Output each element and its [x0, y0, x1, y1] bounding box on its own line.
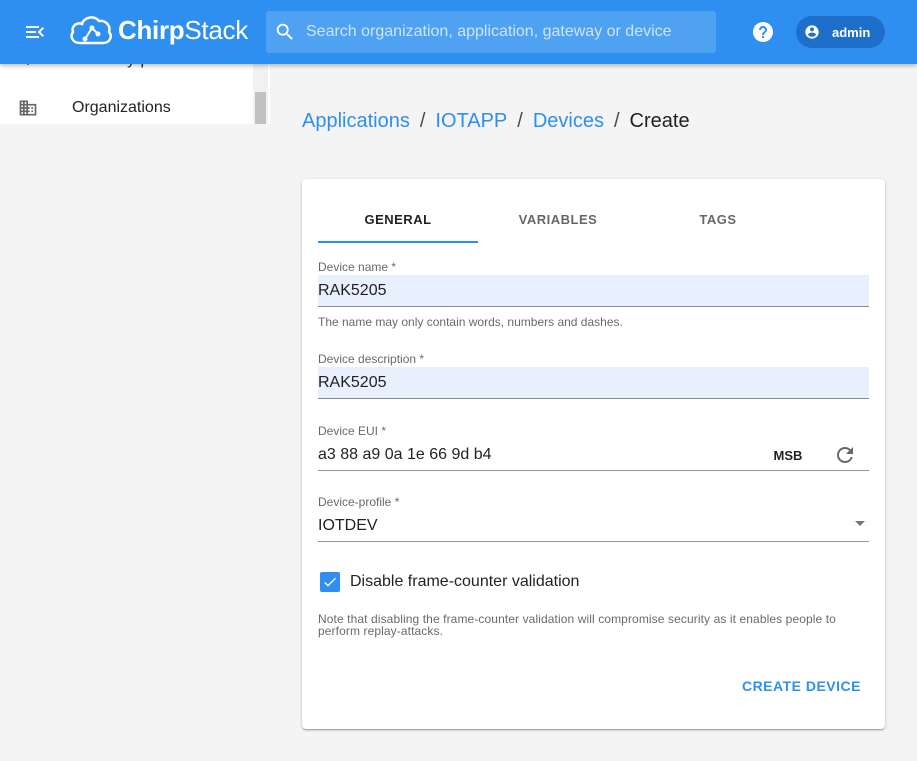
device-eui-row: MSB [318, 439, 869, 471]
sidebar-scrollbar[interactable] [253, 64, 268, 124]
breadcrumb-separator: / [419, 110, 426, 132]
device-name-input[interactable] [318, 275, 869, 307]
breadcrumb: Applications / IOTAPP / Devices / Create [302, 110, 690, 133]
breadcrumb-applications[interactable]: Applications [302, 110, 410, 133]
device-name-label: Device name * [318, 260, 397, 274]
device-description-field: Device description * [318, 351, 869, 399]
dropdown-arrow-icon [855, 521, 865, 526]
disable-fcnt-label: Disable frame-counter validation [350, 573, 580, 590]
cloud-logo-icon [70, 16, 112, 45]
sidebar-item-label: Organizations [72, 99, 171, 116]
brand-name: ChirpStack [118, 15, 248, 46]
search-bar[interactable] [266, 11, 716, 53]
device-description-label: Device description * [318, 352, 425, 366]
disable-fcnt-checkbox-row[interactable]: Disable frame-counter validation [320, 572, 579, 592]
device-profile-select[interactable]: IOTDEV [318, 510, 869, 542]
device-profile-field: Device-profile * IOTDEV [318, 494, 869, 542]
create-device-button[interactable]: CREATE DEVICE [734, 671, 869, 701]
frame-counter-note: Note that disabling the frame-counter va… [318, 612, 836, 638]
search-icon [276, 23, 293, 40]
device-eui-label: Device EUI * [318, 424, 387, 438]
user-menu-chip[interactable]: admin [796, 16, 885, 48]
device-eui-input[interactable] [318, 439, 758, 470]
device-name-field: Device name * The name may only contain … [318, 259, 869, 329]
device-profile-value: IOTDEV [318, 517, 378, 534]
device-eui-field: Device EUI * MSB [318, 423, 869, 471]
help-icon[interactable] [751, 20, 775, 44]
scrollbar-thumb[interactable] [255, 92, 266, 124]
account-circle-icon [805, 25, 819, 39]
breadcrumb-separator: / [613, 110, 620, 132]
user-name: admin [832, 24, 871, 40]
breadcrumb-current: Create [629, 110, 690, 132]
refresh-icon[interactable] [833, 443, 857, 467]
device-create-card: GENERAL VARIABLES TAGS Device name * The… [302, 179, 885, 729]
breadcrumb-devices[interactable]: Devices [533, 110, 604, 133]
search-input[interactable] [306, 23, 706, 41]
device-profile-label: Device-profile * [318, 495, 400, 509]
checkmark-icon [324, 577, 336, 587]
device-description-input[interactable] [318, 367, 869, 399]
tab-tags[interactable]: TAGS [638, 195, 798, 243]
tab-bar: GENERAL VARIABLES TAGS [318, 195, 798, 243]
device-name-helper: The name may only contain words, numbers… [318, 315, 623, 329]
chirpstack-logo[interactable]: ChirpStack [68, 12, 248, 48]
menu-open-icon [26, 26, 44, 38]
tab-variables[interactable]: VARIABLES [478, 195, 638, 243]
tab-general[interactable]: GENERAL [318, 195, 478, 243]
brand-suffix: Stack [184, 14, 248, 45]
organizations-icon [19, 100, 37, 116]
sidebar-item-organizations[interactable]: Organizations [0, 84, 252, 124]
disable-fcnt-checkbox[interactable] [320, 572, 340, 592]
brand-prefix: Chirp [118, 14, 185, 45]
app-bar: ChirpStack admin [0, 0, 917, 64]
menu-toggle-button[interactable] [18, 16, 52, 48]
breadcrumb-application[interactable]: IOTAPP [435, 110, 507, 133]
breadcrumb-separator: / [517, 110, 523, 132]
byte-order-toggle-button[interactable]: MSB [766, 441, 810, 469]
